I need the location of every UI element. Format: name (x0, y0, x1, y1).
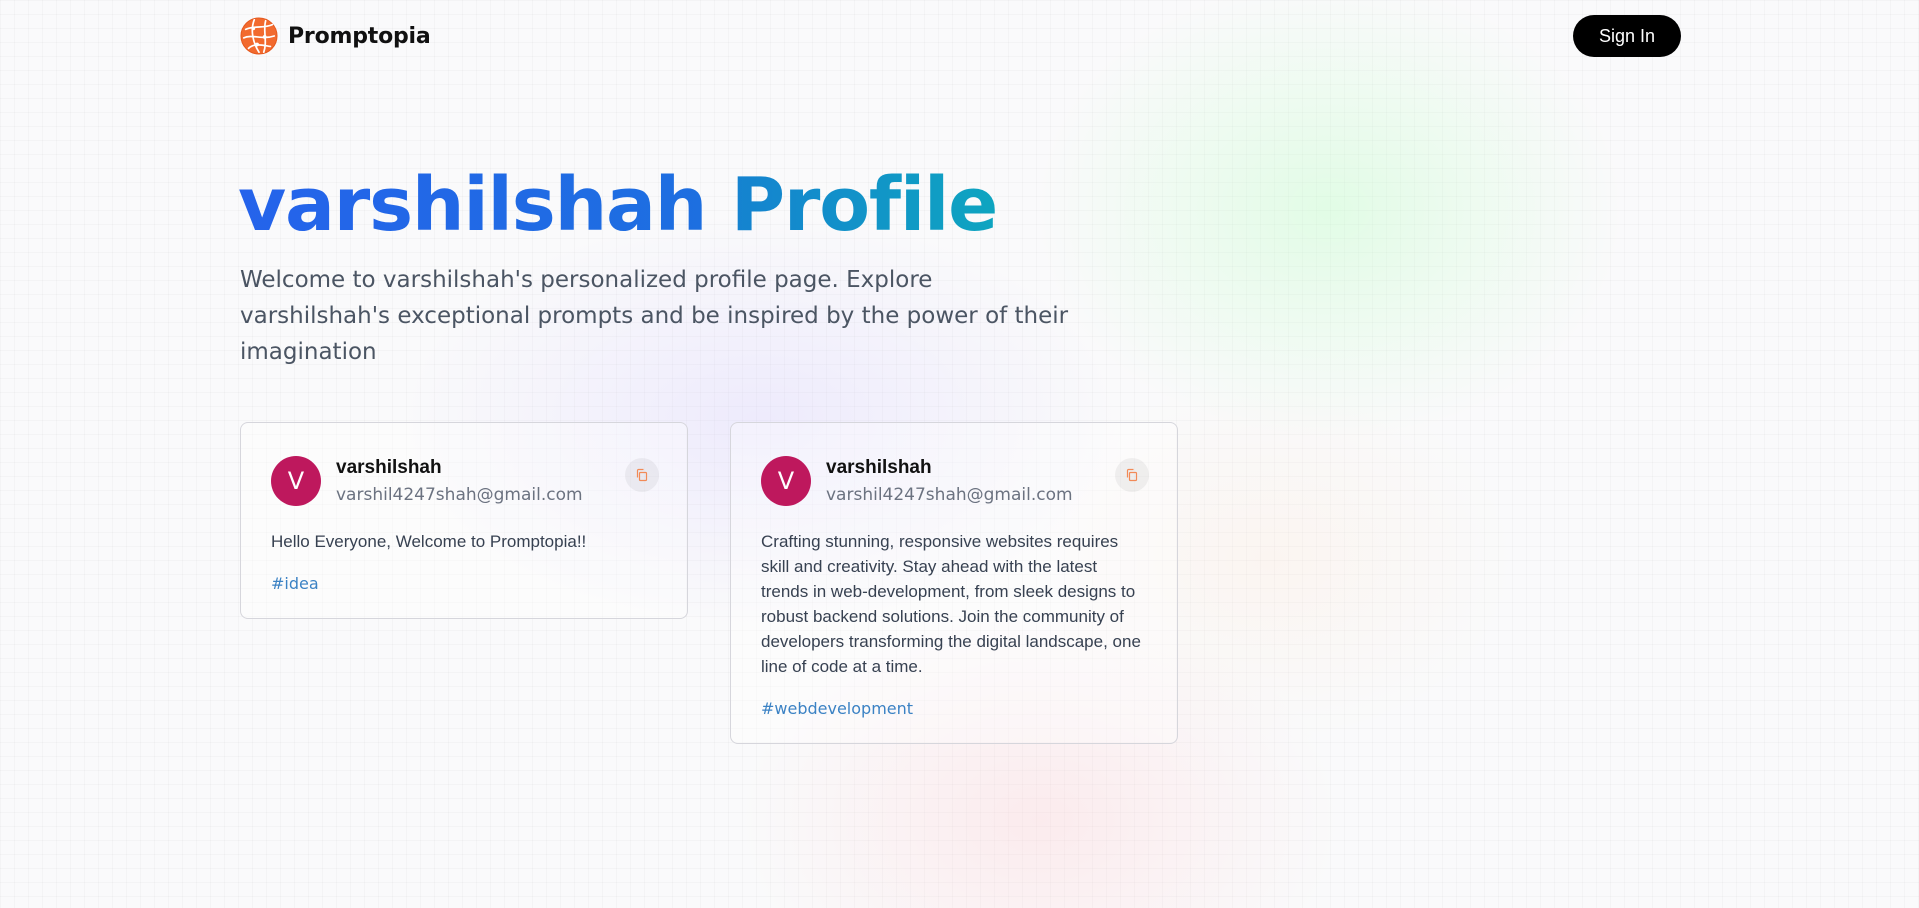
author-username[interactable]: varshilshah (336, 457, 583, 479)
author-username[interactable]: varshilshah (826, 457, 1073, 479)
prompt-text: Crafting stunning, responsive websites r… (761, 532, 1141, 676)
copy-button[interactable] (1115, 458, 1149, 492)
copy-button[interactable] (625, 458, 659, 492)
author-email: varshil4247shah@gmail.com (336, 485, 583, 505)
page-title: varshilshah Profile (238, 160, 998, 250)
page-description: Welcome to varshilshah's personalized pr… (240, 267, 1069, 365)
sign-in-button[interactable]: Sign In (1573, 15, 1681, 57)
author-email: varshil4247shah@gmail.com (826, 485, 1073, 505)
brand-link[interactable]: Promptopia (240, 17, 431, 55)
prompt-card: V varshilshah varshil4247shah@gmail.com … (730, 422, 1178, 744)
page: Promptopia Sign In varshilshah Profile W… (0, 0, 1919, 908)
logo-icon (240, 17, 278, 55)
avatar[interactable]: V (271, 456, 321, 506)
brand-name: Promptopia (288, 23, 431, 49)
prompt-card-header[interactable]: V varshilshah varshil4247shah@gmail.com (761, 456, 1149, 506)
page-title-username: varshilshah (238, 162, 707, 248)
page-title-suffix: Profile (730, 162, 998, 248)
avatar[interactable]: V (761, 456, 811, 506)
author-info: varshilshah varshil4247shah@gmail.com (336, 456, 583, 506)
copy-icon (636, 468, 648, 482)
copy-icon (1126, 468, 1138, 482)
prompt-tag[interactable]: #idea (271, 574, 319, 593)
top-nav: Promptopia Sign In (240, 0, 1681, 72)
prompt-card-header[interactable]: V varshilshah varshil4247shah@gmail.com (271, 456, 659, 506)
prompt-text: Hello Everyone, Welcome to Promptopia!! (271, 532, 587, 551)
author-info: varshilshah varshil4247shah@gmail.com (826, 456, 1073, 506)
prompt-tag[interactable]: #webdevelopment (761, 699, 913, 718)
prompt-card: V varshilshah varshil4247shah@gmail.com … (240, 422, 688, 619)
